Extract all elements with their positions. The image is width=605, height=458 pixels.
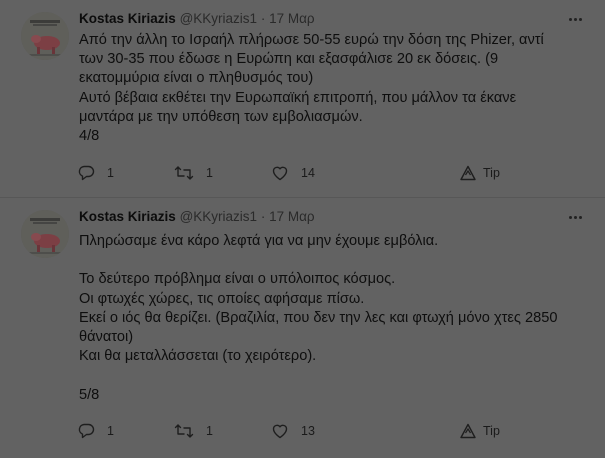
reply-icon xyxy=(77,422,95,440)
reply-count: 1 xyxy=(107,166,114,180)
separator-dot: · xyxy=(260,209,266,224)
timestamp[interactable]: 17 Μαρ xyxy=(269,209,315,224)
tip-button[interactable]: Tip xyxy=(460,421,500,441)
tweet-header: Kostas Kiriazis @KKyriazis1 · 17 Μαρ xyxy=(79,209,315,225)
avatar[interactable] xyxy=(21,210,69,258)
author-name[interactable]: Kostas Kiriazis xyxy=(79,11,176,26)
tweet-text-line: Και θα μεταλλάσσεται (το χειρότερο). xyxy=(79,348,317,365)
like-count: 13 xyxy=(301,424,315,438)
tweet-text-line: Οι φτωχές χώρες, τις οποίες αφήσαμε πίσω… xyxy=(79,290,365,307)
like-button[interactable]: 13 xyxy=(271,421,315,441)
tweet-text-line: εκατομμύρια είναι ο πληθυσμός του) xyxy=(79,70,314,87)
timestamp[interactable]: 17 Μαρ xyxy=(269,11,315,26)
reply-icon xyxy=(77,164,95,182)
tweet-actions: 1 1 14 Tip xyxy=(77,163,507,183)
reply-button[interactable]: 1 xyxy=(77,421,114,441)
tweet-actions: 1 1 13 Tip xyxy=(77,421,507,441)
tweet-text-line: μαντάρα με την υπόθεση των εμβολιασμών. xyxy=(79,108,363,125)
retweet-icon xyxy=(174,422,194,440)
retweet-count: 1 xyxy=(206,166,213,180)
reply-button[interactable]: 1 xyxy=(77,163,114,183)
retweet-button[interactable]: 1 xyxy=(174,163,213,183)
heart-icon xyxy=(271,422,289,440)
separator-dot: · xyxy=(260,11,266,26)
tip-button[interactable]: Tip xyxy=(460,163,500,183)
tweet-text-line: Από την άλλη το Ισραήλ πλήρωσε 50-55 ευρ… xyxy=(79,32,544,48)
retweet-count: 1 xyxy=(206,424,213,438)
heart-icon xyxy=(271,164,289,182)
avatar[interactable] xyxy=(21,12,69,60)
author-handle[interactable]: @KKyriazis1 xyxy=(180,209,257,224)
tweet-text-line: Το δεύτερο πρόβλημα είναι ο υπόλοιπος κό… xyxy=(79,271,396,288)
tweet-text-line: των 30-35 που έδωσε η Ευρώπη και εξασφάλ… xyxy=(79,51,499,68)
tweet-text-line: Πληρώσαμε ένα κάρο λεφτά για να μην έχου… xyxy=(79,233,439,249)
tweet-text-line xyxy=(79,251,594,270)
retweet-button[interactable]: 1 xyxy=(174,421,213,441)
tweet-header: Kostas Kiriazis @KKyriazis1 · 17 Μαρ xyxy=(79,11,315,27)
tip-label: Tip xyxy=(483,424,500,438)
tip-icon xyxy=(460,165,476,181)
like-button[interactable]: 14 xyxy=(271,163,315,183)
author-name[interactable]: Kostas Kiriazis xyxy=(79,209,176,224)
retweet-icon xyxy=(174,164,194,182)
tip-icon xyxy=(460,423,476,439)
author-handle[interactable]: @KKyriazis1 xyxy=(180,11,257,26)
tweet-text: Πληρώσαμε ένα κάρο λεφτά για να μην έχου… xyxy=(79,232,594,405)
tweet-text-line: θάνατοι) xyxy=(79,329,134,345)
tweet-text-line xyxy=(79,366,594,385)
tip-label: Tip xyxy=(483,166,500,180)
tweet-text: Από την άλλη το Ισραήλ πλήρωσε 50-55 ευρ… xyxy=(79,31,594,146)
more-options-icon[interactable] xyxy=(566,208,584,226)
tweet-text-line: 4/8 xyxy=(79,128,100,145)
tweet-text-line: Αυτό βέβαια εκθέτει την Ευρωπαϊκή επιτρο… xyxy=(79,89,517,106)
reply-count: 1 xyxy=(107,424,114,438)
tweet-text-line: 5/8 xyxy=(79,386,100,403)
tweet[interactable]: Kostas Kiriazis @KKyriazis1 · 17 Μαρ Από… xyxy=(0,0,605,198)
tweet-text-line: Εκεί ο ιός θα θερίζει. (Βραζιλία, που δε… xyxy=(79,309,558,326)
like-count: 14 xyxy=(301,166,315,180)
more-options-icon[interactable] xyxy=(566,10,584,28)
tweet[interactable]: Kostas Kiriazis @KKyriazis1 · 17 Μαρ Πλη… xyxy=(0,198,605,458)
